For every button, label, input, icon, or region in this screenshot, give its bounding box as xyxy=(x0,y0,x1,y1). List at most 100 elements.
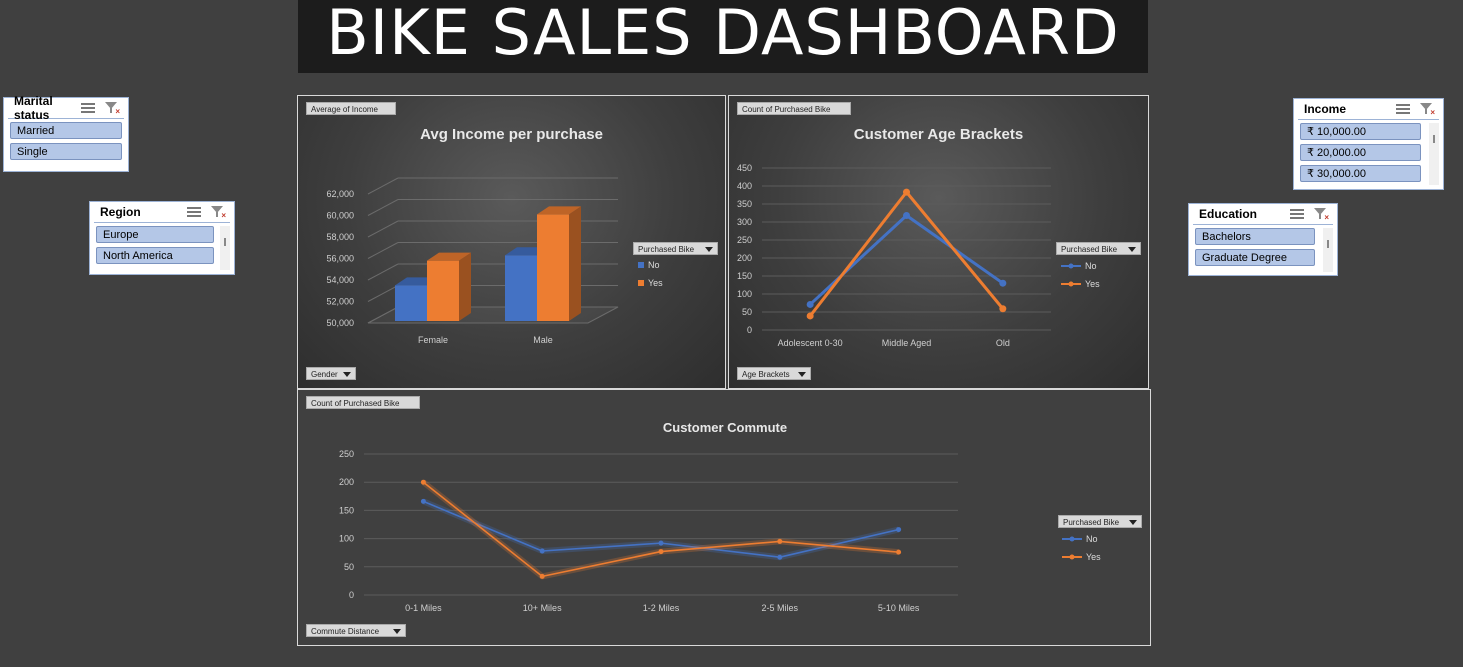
slicer-scrollbar[interactable] xyxy=(1429,123,1439,185)
commute-chart-panel[interactable]: Count of Purchased Bike Customer Commute… xyxy=(297,389,1151,646)
slicer-item-income[interactable]: ₹ 20,000.00 xyxy=(1300,144,1421,161)
legend-label: No xyxy=(648,260,660,270)
avg-income-chart-panel[interactable]: Average of Income Avg Income per purchas… xyxy=(297,95,726,389)
y-tick-label: 0 xyxy=(747,325,752,335)
y-tick-label: 450 xyxy=(737,163,752,173)
x-category-label: 2-5 Miles xyxy=(762,603,799,613)
y-tick-label: 150 xyxy=(339,505,354,515)
legend-marker xyxy=(1069,536,1075,542)
x-category-label: 10+ Miles xyxy=(523,603,562,613)
y-tick-label: 100 xyxy=(339,534,354,544)
bar-yes xyxy=(427,260,459,321)
legend-marker xyxy=(1068,281,1074,287)
series-line-yes xyxy=(808,190,1004,317)
clear-filter-icon[interactable]: × xyxy=(211,206,226,220)
data-point-yes xyxy=(777,538,783,544)
data-point-no xyxy=(999,279,1007,287)
bar-no xyxy=(505,255,537,321)
data-point-no xyxy=(806,300,814,308)
data-point-no xyxy=(539,548,545,554)
legend-swatch-no xyxy=(638,262,644,268)
x-category-label: Female xyxy=(418,335,448,345)
slicer-item-graduate-degree[interactable]: Graduate Degree xyxy=(1195,249,1315,266)
gridline-depth xyxy=(367,285,399,302)
y-tick-label: 50 xyxy=(344,562,354,572)
gridline-depth xyxy=(367,220,399,238)
legend-marker xyxy=(1069,554,1075,560)
y-tick-label: 300 xyxy=(737,217,752,227)
dashboard-title: BIKE SALES DASHBOARD xyxy=(298,0,1148,73)
data-point-no xyxy=(896,527,902,533)
y-tick-label: 50,000 xyxy=(326,318,354,328)
x-category-label: Middle Aged xyxy=(882,338,932,348)
age-brackets-chart-panel[interactable]: Count of Purchased Bike Customer Age Bra… xyxy=(728,95,1149,389)
marital-status-slicer[interactable]: Marital status × Married Single xyxy=(3,94,129,172)
y-tick-label: 350 xyxy=(737,199,752,209)
x-category-label: 1-2 Miles xyxy=(643,603,680,613)
bar-yes xyxy=(537,214,569,321)
axis-field-button[interactable]: Gender xyxy=(306,367,356,380)
bar-side xyxy=(459,252,471,321)
y-tick-label: 250 xyxy=(737,235,752,245)
legend-swatch-yes xyxy=(638,280,644,286)
slicer-item-married[interactable]: Married xyxy=(10,122,122,139)
y-tick-label: 250 xyxy=(339,449,354,459)
slicer-title: Education xyxy=(1199,207,1258,221)
x-category-label: Old xyxy=(996,338,1010,348)
axis-field-button[interactable]: Age Brackets xyxy=(737,367,811,380)
commute-line-chart: 0 50 100 150 200 250 0-1 Miles 10+ Miles 1-2 Mil… xyxy=(339,449,1101,613)
data-point-yes xyxy=(999,305,1007,313)
data-point-no xyxy=(420,498,426,504)
data-point-no xyxy=(658,540,664,546)
slicer-item-single[interactable]: Single xyxy=(10,143,122,160)
slicer-title: Marital status xyxy=(14,94,53,122)
bar-side xyxy=(569,206,581,321)
slicer-item-bachelors[interactable]: Bachelors xyxy=(1195,228,1315,245)
y-tick-label: 200 xyxy=(339,477,354,487)
x-category-label: Adolescent 0-30 xyxy=(778,338,843,348)
y-tick-label: 62,000 xyxy=(326,189,354,199)
gridline-depth xyxy=(367,263,399,281)
data-point-no xyxy=(903,212,910,220)
data-point-yes xyxy=(806,312,814,320)
slicer-item-europe[interactable]: Europe xyxy=(96,226,214,243)
slicer-scrollbar[interactable] xyxy=(220,226,230,270)
gridline-depth xyxy=(367,242,399,259)
legend-label: No xyxy=(1085,261,1097,271)
data-point-yes xyxy=(896,549,902,555)
multi-select-icon[interactable] xyxy=(1290,208,1304,220)
y-tick-label: 50 xyxy=(742,307,752,317)
y-tick-label: 0 xyxy=(349,590,354,600)
legend-label: No xyxy=(1086,534,1098,544)
axis-field-button[interactable]: Commute Distance xyxy=(306,624,406,637)
clear-filter-icon[interactable]: × xyxy=(1314,208,1329,222)
y-tick-label: 52,000 xyxy=(326,297,354,307)
education-slicer[interactable]: Education × Bachelors Graduate Degree xyxy=(1188,203,1338,276)
bar-no xyxy=(395,285,427,321)
clear-filter-icon[interactable]: × xyxy=(1420,103,1435,117)
clear-filter-icon[interactable]: × xyxy=(105,102,120,116)
x-category-label: 0-1 Miles xyxy=(405,603,442,613)
gridline-depth xyxy=(367,177,399,195)
region-slicer[interactable]: Region × Europe North America xyxy=(89,201,235,275)
multi-select-icon[interactable] xyxy=(1396,103,1410,115)
slicer-item-north-america[interactable]: North America xyxy=(96,247,214,264)
data-point-yes xyxy=(658,549,664,555)
slicer-item-income[interactable]: ₹ 10,000.00 xyxy=(1300,123,1421,140)
legend-marker xyxy=(1068,263,1074,269)
y-tick-label: 100 xyxy=(737,289,752,299)
income-slicer[interactable]: Income × ₹ 10,000.00 ₹ 20,000.00 ₹ 30,00… xyxy=(1293,98,1444,190)
y-tick-label: 56,000 xyxy=(326,254,354,264)
y-tick-label: 400 xyxy=(737,181,752,191)
multi-select-icon[interactable] xyxy=(187,206,201,218)
legend-field-button[interactable]: Purchased Bike xyxy=(1058,515,1142,528)
legend-field-button[interactable]: Purchased Bike xyxy=(1056,242,1141,255)
series-line-no xyxy=(809,214,1004,306)
legend-label: Yes xyxy=(1086,552,1101,562)
multi-select-icon[interactable] xyxy=(81,102,95,114)
legend-field-button[interactable]: Purchased Bike xyxy=(633,242,718,255)
x-category-label: Male xyxy=(533,335,553,345)
data-point-no xyxy=(777,554,783,560)
slicer-scrollbar[interactable] xyxy=(1323,228,1333,272)
slicer-item-income[interactable]: ₹ 30,000.00 xyxy=(1300,165,1421,182)
